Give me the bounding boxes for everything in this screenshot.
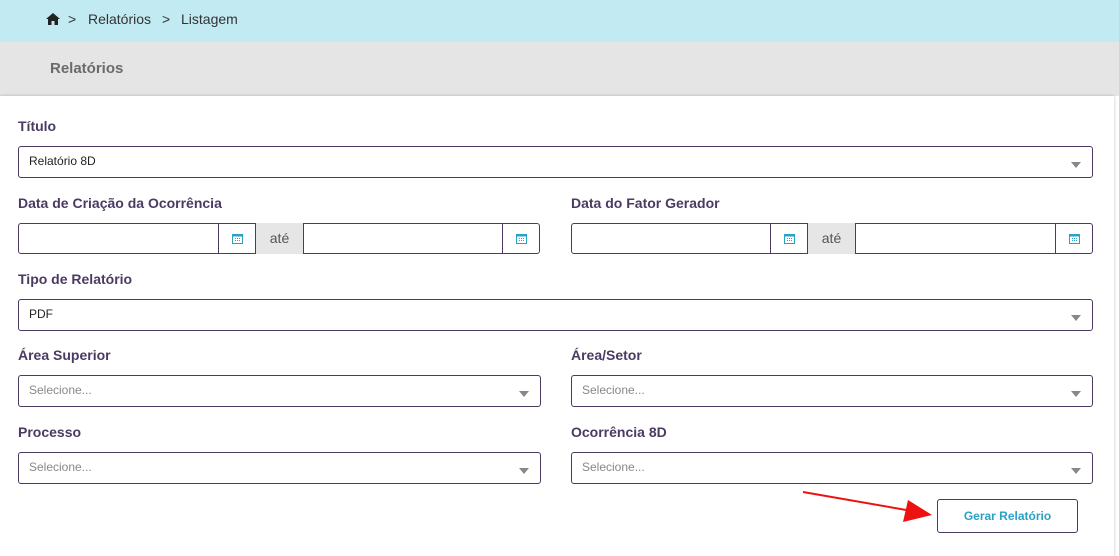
- processo-placeholder: Selecione...: [29, 460, 92, 474]
- tipo-label: Tipo de Relatório: [18, 271, 133, 287]
- ocorrencia-placeholder: Selecione...: [582, 460, 645, 474]
- calendar-button[interactable]: [502, 223, 540, 254]
- data-fator-label: Data do Fator Gerador: [571, 195, 720, 211]
- chevron-down-icon: [1071, 162, 1081, 168]
- home-icon[interactable]: [46, 13, 60, 25]
- tipo-select[interactable]: PDF: [18, 299, 1093, 331]
- red-annotation-arrow: [802, 491, 932, 522]
- breadcrumb-item-relatorios[interactable]: Relatórios: [88, 11, 151, 27]
- breadcrumb: > Relatórios > Listagem: [0, 0, 1119, 42]
- breadcrumb-separator: >: [68, 11, 77, 27]
- chevron-down-icon: [519, 391, 529, 397]
- calendar-button[interactable]: [1055, 223, 1093, 254]
- calendar-icon: [784, 234, 795, 244]
- chevron-down-icon: [1071, 315, 1081, 321]
- chevron-down-icon: [1071, 391, 1081, 397]
- date-range-separator: até: [256, 223, 303, 254]
- area-setor-placeholder: Selecione...: [582, 383, 645, 397]
- titulo-value: Relatório 8D: [29, 154, 96, 168]
- area-superior-label: Área Superior: [18, 347, 111, 363]
- area-superior-placeholder: Selecione...: [29, 383, 92, 397]
- area-setor-select[interactable]: Selecione...: [571, 375, 1093, 407]
- titulo-select[interactable]: Relatório 8D: [18, 146, 1093, 178]
- ocorrencia-label: Ocorrência 8D: [571, 424, 667, 440]
- breadcrumb-item-listagem: Listagem: [181, 11, 238, 27]
- page-header: Relatórios: [0, 42, 1119, 96]
- calendar-icon: [1069, 234, 1080, 244]
- chevron-down-icon: [519, 468, 529, 474]
- processo-select[interactable]: Selecione...: [18, 452, 541, 484]
- calendar-button[interactable]: [770, 223, 808, 254]
- calendar-button[interactable]: [218, 223, 256, 254]
- calendar-icon: [232, 234, 243, 244]
- data-criacao-to-input[interactable]: [303, 223, 503, 254]
- generate-report-button[interactable]: Gerar Relatório: [937, 499, 1078, 533]
- titulo-label: Título: [18, 118, 57, 134]
- date-range-separator: até: [808, 223, 855, 254]
- data-criacao-from-input[interactable]: [18, 223, 219, 254]
- data-criacao-label: Data de Criação da Ocorrência: [18, 195, 222, 211]
- ocorrencia-select[interactable]: Selecione...: [571, 452, 1093, 484]
- processo-label: Processo: [18, 424, 82, 440]
- page-title: Relatórios: [50, 60, 124, 77]
- breadcrumb-separator: >: [162, 11, 171, 27]
- data-fator-from-input[interactable]: [571, 223, 771, 254]
- tipo-value: PDF: [29, 307, 53, 321]
- data-fator-to-input[interactable]: [855, 223, 1056, 254]
- area-setor-label: Área/Setor: [571, 347, 642, 363]
- chevron-down-icon: [1071, 468, 1081, 474]
- area-superior-select[interactable]: Selecione...: [18, 375, 541, 407]
- calendar-icon: [516, 234, 527, 244]
